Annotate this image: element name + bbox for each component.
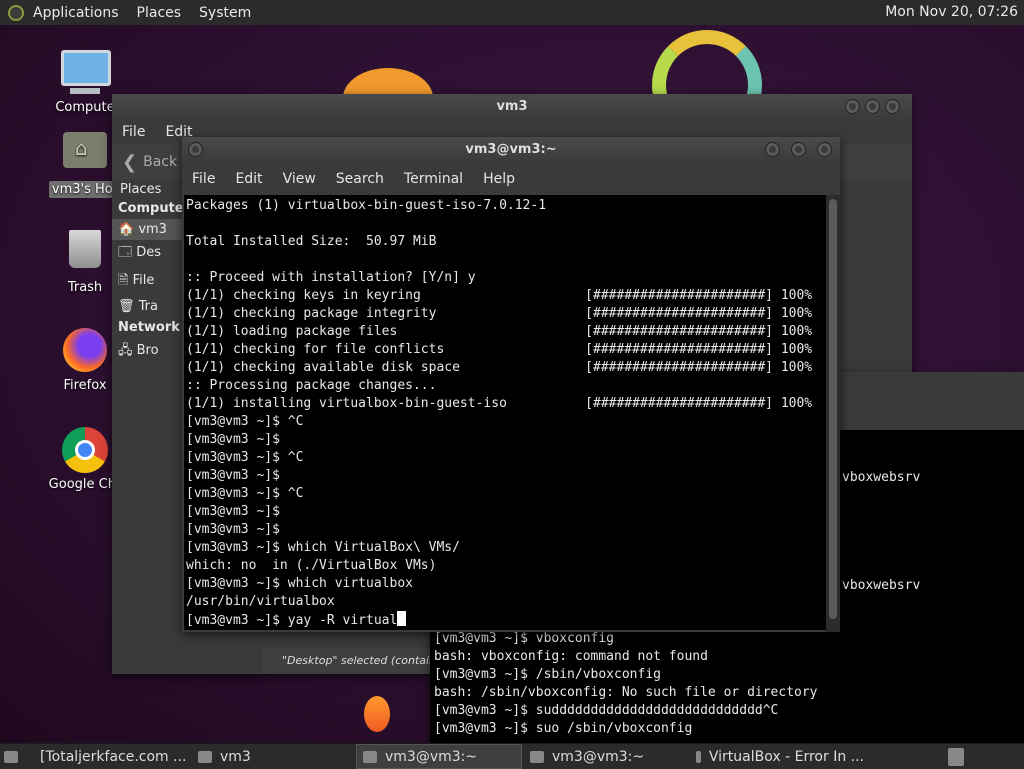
terminal-line: (1/1) installing virtualbox-bin-guest-is…	[186, 396, 813, 411]
window-icon	[696, 750, 701, 763]
file-manager-titlebar[interactable]: vm3	[112, 94, 912, 120]
terminal-icon	[363, 750, 377, 763]
terminal-line: (1/1) checking keys in keyring [########…	[186, 288, 813, 303]
terminal-line: [vm3@vm3 ~]$	[186, 504, 280, 519]
terminal-line: [vm3@vm3 ~]$ ^C	[186, 450, 304, 465]
terminal-line: which: no in (./VirtualBox VMs)	[186, 558, 437, 573]
task-chrome[interactable]: [Totaljerkface.com ...	[26, 745, 190, 768]
terminal-line: /usr/bin/virtualbox	[186, 594, 335, 609]
computer-icon	[61, 50, 111, 86]
menu-search[interactable]: Search	[326, 171, 394, 187]
terminal2-line: [vm3@vm3 ~]$ suo /sbin/vboxconfig	[434, 721, 693, 736]
terminal-prompt-line: [vm3@vm3 ~]$ yay -R virtual	[186, 611, 826, 630]
maximize-button[interactable]	[865, 99, 880, 114]
terminal-line: Total Installed Size: 50.97 MiB	[186, 234, 437, 249]
terminal-line: (1/1) checking for file conflicts [#####…	[186, 342, 813, 357]
window-menu-button[interactable]	[188, 142, 203, 157]
fm-menu-file[interactable]: File	[112, 124, 155, 140]
terminal-line: [vm3@vm3 ~]$	[186, 432, 280, 447]
task-terminal-1[interactable]: vm3@vm3:~	[356, 744, 522, 769]
sidebar-item-desktop[interactable]: 🗔 Des	[112, 240, 192, 268]
close-button[interactable]	[885, 99, 900, 114]
terminal-line: (1/1) loading package files [###########…	[186, 324, 813, 339]
minimize-button[interactable]	[845, 99, 860, 114]
terminal-icon	[530, 750, 544, 763]
terminal-line: Packages (1) virtualbox-bin-guest-iso-7.…	[186, 198, 547, 213]
terminal2-line: bash: vboxconfig: command not found	[434, 649, 708, 664]
close-button[interactable]	[817, 142, 832, 157]
sidebar-item-browse[interactable]: 🖧 Bro	[112, 338, 192, 366]
terminal2-line: [vm3@vm3 ~]$ suddddddddddddddddddddddddd…	[434, 703, 779, 718]
taskbar: [Totaljerkface.com ... vm3 vm3@vm3:~ vm3…	[0, 743, 1024, 769]
menu-view[interactable]: View	[273, 171, 326, 187]
terminal-line: [vm3@vm3 ~]$ ^C	[186, 414, 304, 429]
terminal-menubar: File Edit View Search Terminal Help	[182, 167, 840, 191]
terminal-line: (1/1) checking available disk space [###…	[186, 360, 813, 375]
back-arrow-icon[interactable]: ❮	[112, 152, 143, 173]
minimize-button[interactable]	[765, 142, 780, 157]
task-terminal-2[interactable]: vm3@vm3:~	[524, 745, 688, 768]
clock[interactable]: Mon Nov 20, 07:26	[885, 4, 1018, 20]
menu-applications[interactable]: Applications	[24, 5, 128, 21]
workspace-switcher-icon[interactable]	[948, 747, 964, 766]
menu-edit[interactable]: Edit	[225, 171, 272, 187]
terminal-output: Packages (1) virtualbox-bin-guest-iso-7.…	[184, 195, 826, 630]
terminal-screen[interactable]: Packages (1) virtualbox-bin-guest-iso-7.…	[184, 195, 826, 630]
maximize-button[interactable]	[791, 142, 806, 157]
terminal-line: :: Proceed with installation? [Y/n] y	[186, 270, 476, 285]
terminal-scrollbar[interactable]	[826, 195, 840, 632]
terminal-titlebar[interactable]: vm3@vm3:~	[182, 137, 840, 163]
menu-terminal[interactable]: Terminal	[394, 171, 473, 187]
terminal-line: (1/1) checking package integrity [######…	[186, 306, 813, 321]
terminal-line: [vm3@vm3 ~]$ which VirtualBox\ VMs/	[186, 540, 460, 555]
terminal2-line: bash: /sbin/vboxconfig: No such file or …	[434, 685, 818, 700]
show-desktop-icon[interactable]	[4, 750, 18, 763]
menu-help[interactable]: Help	[473, 171, 525, 187]
top-panel: Applications Places System Mon Nov 20, 0…	[0, 0, 1024, 26]
menu-places[interactable]: Places	[128, 5, 191, 21]
firefox-icon	[63, 328, 107, 372]
menu-file[interactable]: File	[182, 171, 225, 187]
terminal-window: vm3@vm3:~ File Edit View Search Terminal…	[182, 137, 840, 632]
wallpaper-drop	[364, 696, 390, 732]
file-manager-sidebar: Compute 🏠 vm3 🗔 Des 🗎 File 🗑 Tra Network…	[112, 198, 192, 648]
task-file-manager[interactable]: vm3	[192, 745, 354, 768]
terminal2-line: [vm3@vm3 ~]$ /sbin/vboxconfig	[434, 667, 661, 682]
terminal2-output[interactable]: [vm3@vm3 ~]$ vboxconfig bash: vboxconfig:…	[434, 630, 818, 738]
terminal-line: [vm3@vm3 ~]$	[186, 468, 280, 483]
terminal-line: [vm3@vm3 ~]$ ^C	[186, 486, 304, 501]
task-virtualbox-error[interactable]: VirtualBox - Error In ...	[690, 745, 870, 768]
terminal-line: [vm3@vm3 ~]$	[186, 522, 280, 537]
back-button[interactable]: Back	[143, 154, 177, 170]
trash-icon	[69, 230, 101, 268]
terminal-line: [vm3@vm3 ~]$ which virtualbox	[186, 576, 413, 591]
terminal-cursor	[397, 611, 407, 626]
terminal-line: :: Processing package changes...	[186, 378, 437, 393]
distro-logo-icon[interactable]	[8, 4, 24, 21]
terminal2-text: vboxwebsrv	[842, 578, 921, 593]
home-folder-icon	[63, 132, 107, 168]
chrome-icon	[62, 427, 108, 473]
sidebar-item-filesystem[interactable]: 🗎 File	[112, 268, 192, 296]
menu-system[interactable]: System	[190, 5, 260, 21]
sidebar-item-trash[interactable]: 🗑 Tra	[112, 296, 192, 317]
scrollbar-thumb[interactable]	[829, 199, 837, 619]
sidebar-item-home[interactable]: 🏠 vm3	[112, 219, 192, 240]
terminal2-line: [vm3@vm3 ~]$ vboxconfig	[434, 631, 615, 646]
terminal2-text: vboxwebsrv	[842, 470, 921, 485]
folder-icon	[198, 750, 212, 763]
